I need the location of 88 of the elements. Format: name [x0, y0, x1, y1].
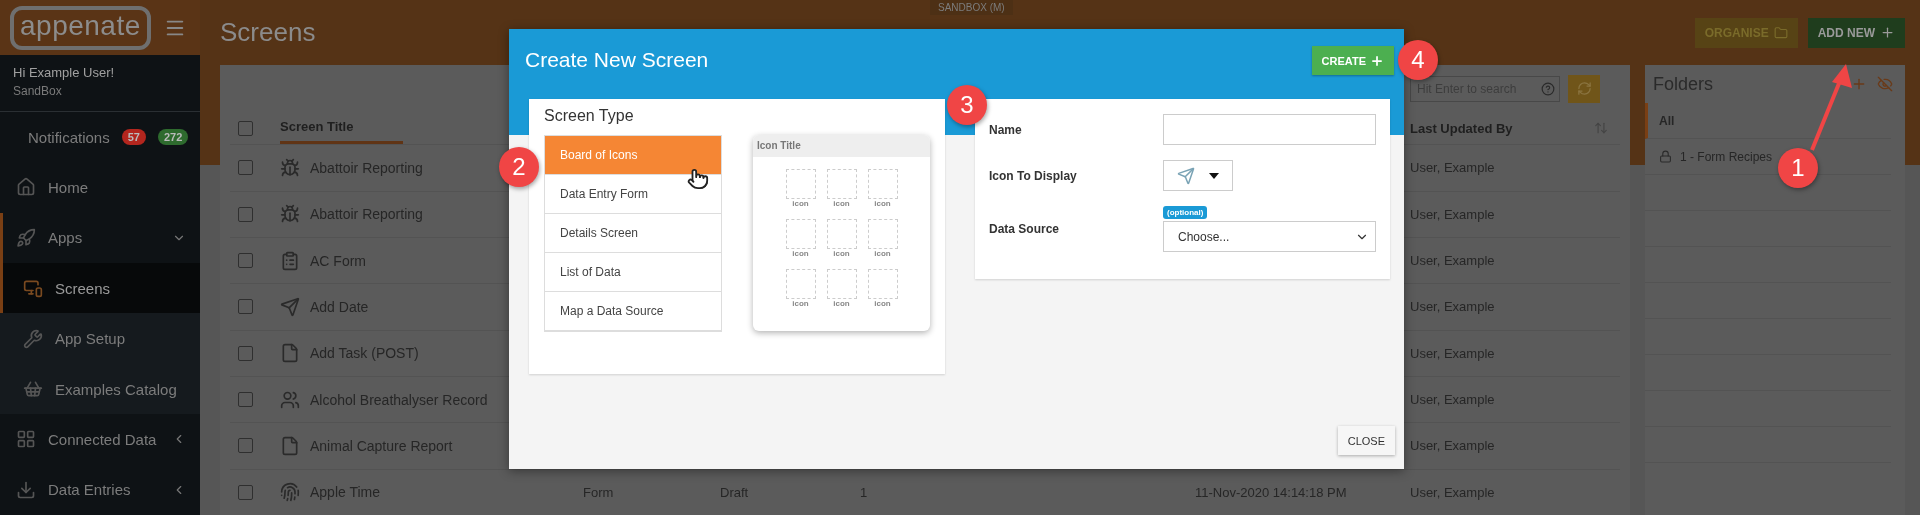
user-greeting: Hi Example User! [13, 65, 116, 81]
tile-label: icon [792, 199, 809, 208]
sidebar-item[interactable]: Examples Catalog [0, 363, 200, 415]
icon-placeholder [867, 219, 898, 249]
refresh-button[interactable] [1568, 74, 1600, 103]
clipboard-icon [280, 250, 300, 271]
column-header[interactable]: Screen Title [280, 112, 404, 145]
page-title: Screens [220, 17, 317, 48]
fingerprint-icon [280, 482, 300, 503]
select-all-checkbox[interactable] [238, 120, 253, 136]
sidebar-label: Apps [48, 229, 84, 247]
document-icon [280, 435, 300, 456]
sidebar-item[interactable]: Data Entries [0, 464, 200, 515]
tile-label: icon [874, 249, 891, 258]
plus-icon [1370, 53, 1384, 68]
row-checkbox[interactable] [238, 253, 253, 269]
row-checkbox[interactable] [238, 206, 253, 222]
count-badge: 57 [121, 129, 146, 146]
add-icon[interactable] [1851, 76, 1867, 92]
sidebar-item[interactable]: Screens [0, 263, 200, 314]
icon-placeholder [826, 269, 857, 299]
sidebar-item[interactable]: Home [0, 162, 200, 213]
sidebar-item[interactable]: Notifications 57 272 [0, 111, 200, 163]
field-label: Data Source [989, 222, 1061, 236]
row-checkbox[interactable] [238, 438, 253, 454]
folder-icon [1773, 25, 1788, 40]
document-icon [280, 343, 300, 364]
card-title: Screen Type [544, 107, 635, 125]
tile-label: icon [833, 249, 850, 258]
sidebar-label: Examples Catalog [55, 380, 178, 398]
sidebar-label: Connected Data [48, 430, 158, 448]
help-icon[interactable] [1541, 81, 1555, 96]
icon-placeholder [867, 269, 898, 299]
tile-label: icon [874, 299, 891, 308]
environment-badge: SANDBOX (M) [930, 0, 1013, 15]
icon-placeholder [785, 219, 816, 249]
devices-icon [23, 278, 43, 299]
optional-badge: (optional) [1163, 206, 1208, 219]
close-button[interactable]: CLOSE [1337, 426, 1395, 455]
sidebar-label: App Setup [55, 330, 127, 348]
field-label: Icon To Display [989, 168, 1078, 183]
sidebar-label: Home [48, 178, 89, 196]
row-checkbox[interactable] [238, 299, 253, 315]
hand-cursor-icon [687, 168, 709, 190]
account-name: SandBox [13, 84, 63, 99]
refresh-icon [1576, 81, 1592, 97]
rocket-icon [16, 227, 36, 248]
sidebar-label: Data Entries [48, 481, 132, 499]
tile-label: icon [792, 249, 809, 258]
logo[interactable]: appenate [10, 5, 151, 50]
tile-label: icon [874, 199, 891, 208]
tile-label: icon [833, 199, 850, 208]
add-new-button[interactable]: ADD NEW [1807, 17, 1905, 48]
home-icon [16, 177, 36, 198]
icon-placeholder [826, 219, 857, 249]
icon-picker[interactable] [1163, 160, 1233, 191]
people-icon [280, 389, 300, 410]
tile-label: icon [792, 299, 809, 308]
row-checkbox[interactable] [238, 345, 253, 361]
icon-placeholder [867, 169, 898, 199]
name-field[interactable] [1163, 114, 1376, 145]
wrench-icon [23, 328, 43, 349]
paper-plane-icon [280, 296, 300, 317]
dialog-title: Create New Screen [525, 48, 709, 72]
screen-type-option[interactable]: Board of Icons [545, 136, 721, 175]
row-checkbox[interactable] [238, 392, 253, 408]
create-button[interactable]: CREATE [1311, 46, 1394, 75]
row-checkbox[interactable] [238, 484, 253, 500]
sidebar-label: Screens [55, 279, 112, 297]
sidebar-item[interactable]: App Setup [0, 313, 200, 364]
caret-icon [1209, 172, 1219, 179]
paper-plane-icon [1177, 166, 1195, 185]
eye-off-icon[interactable] [1877, 76, 1893, 92]
plus-icon [1880, 25, 1895, 40]
tile-label: icon [833, 299, 850, 308]
icon-placeholder [826, 169, 857, 199]
field-label: Name [989, 122, 1023, 137]
download-icon [16, 479, 36, 500]
sidebar-label: Notifications [28, 128, 110, 146]
preview-title: Icon Title [753, 135, 930, 157]
column-header[interactable]: Last Updated By [1410, 120, 1620, 136]
count-badge: 272 [157, 129, 189, 146]
sidebar-item[interactable]: Connected Data [0, 414, 200, 465]
grid-icon [16, 429, 36, 450]
icon-placeholder [785, 169, 816, 199]
row-checkbox[interactable] [238, 160, 253, 176]
icon-placeholder [785, 269, 816, 299]
data-source-select[interactable]: Choose... [1163, 221, 1376, 252]
